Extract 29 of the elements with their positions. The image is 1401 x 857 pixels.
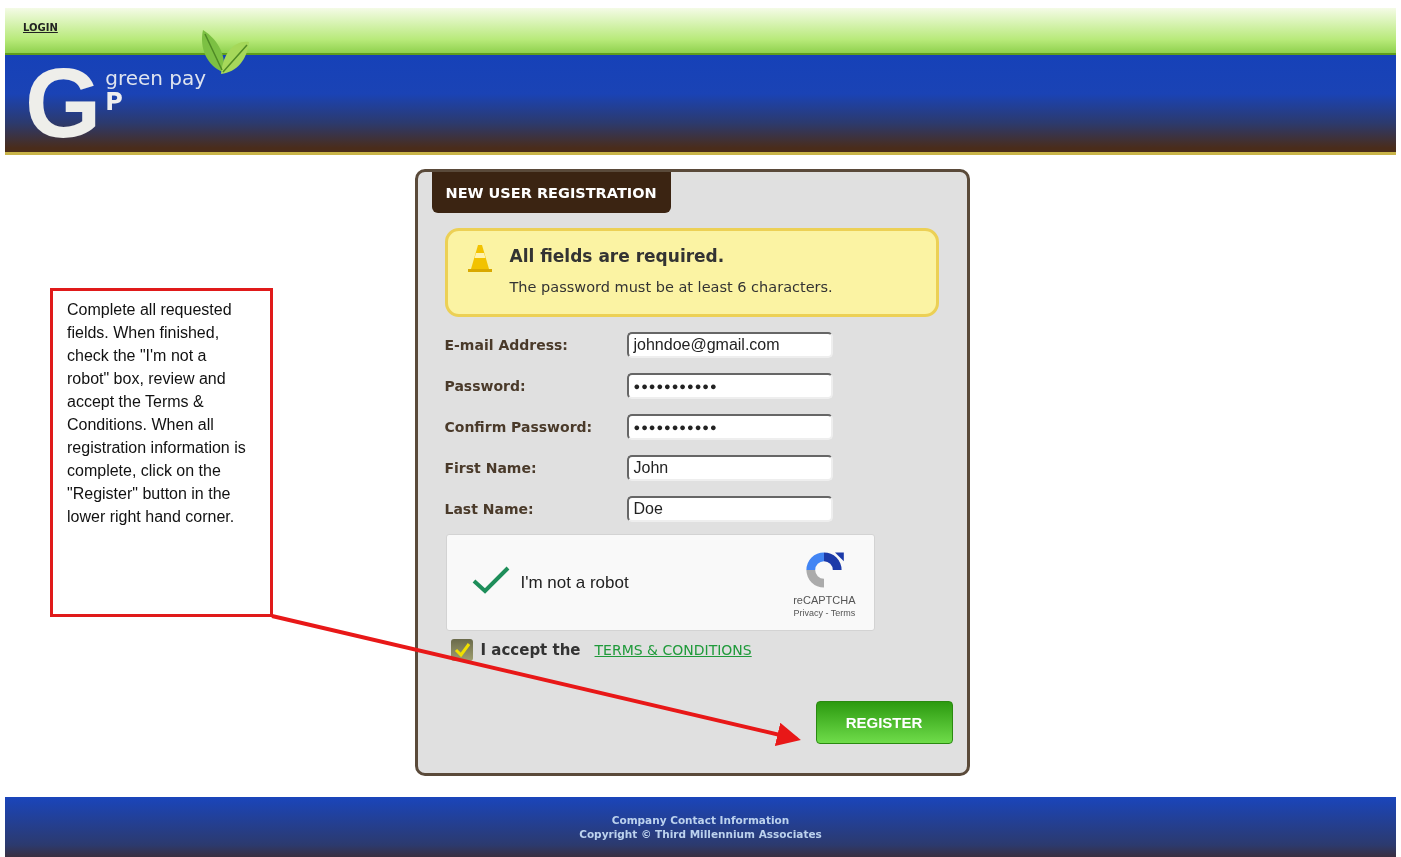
captcha-label: I'm not a robot	[520, 572, 630, 593]
input-field[interactable]: Doe	[626, 496, 833, 522]
notice-heading: All fields are required.	[509, 246, 726, 266]
field-label: E-mail Address:	[444, 337, 569, 353]
leaf-icon	[202, 30, 249, 74]
brand-name: green pay	[105, 67, 207, 89]
card-title: NEW USER REGISTRATION	[431, 172, 671, 213]
field-label: Password:	[444, 378, 527, 394]
accept-label: I accept the	[480, 641, 581, 659]
instruction-callout: Complete all requested fields. When finished, check the "I'm not a robot" box, review and accept the Terms & Conditions. When all registration information is complete, click on the "Register" button in the lower right hand corner.	[50, 288, 273, 617]
privacy-terms-link[interactable]: Privacy - Terms	[793, 607, 856, 618]
notice-text: The password must be at least 6 characters.	[509, 279, 833, 295]
password-field[interactable]: ●●●●●●●●●●●	[626, 414, 833, 440]
logo-letter: G	[25, 65, 102, 141]
traffic-cone-icon	[467, 245, 492, 272]
captcha-brand: reCAPTCHA	[793, 593, 856, 606]
accept-checkbox[interactable]	[450, 639, 473, 661]
field-label: Last Name:	[444, 501, 535, 517]
input-field[interactable]: johndoe@gmail.com	[626, 332, 833, 358]
input-field[interactable]: John	[626, 455, 833, 481]
password-field[interactable]: ●●●●●●●●●●●	[626, 373, 833, 399]
login-link[interactable]: LOGIN	[23, 22, 58, 33]
logo-letter: P	[105, 89, 123, 115]
footer-text: Copyright © Third Millennium Associates	[579, 827, 822, 841]
checkmark-icon[interactable]	[472, 566, 509, 594]
field-label: Confirm Password:	[444, 419, 594, 435]
field-label: First Name:	[444, 460, 538, 476]
recaptcha-logo-icon	[806, 551, 845, 588]
footer-text: Company Contact Information	[611, 813, 790, 827]
